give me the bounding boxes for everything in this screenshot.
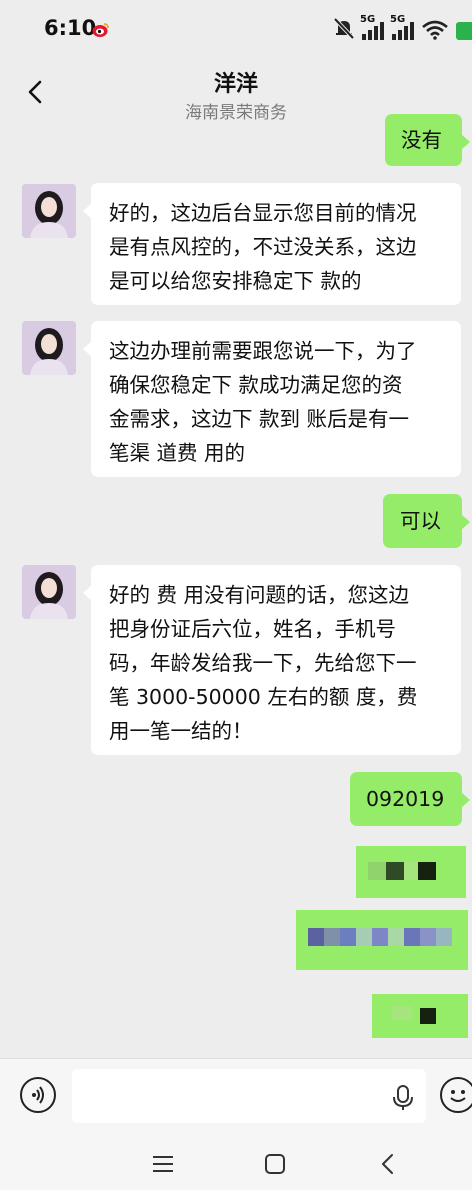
- outgoing-message-bubble[interactable]: 可以: [383, 494, 470, 548]
- message-input[interactable]: [72, 1069, 426, 1123]
- message-line: 确保您稳定下 款成功满足您的资: [109, 373, 403, 397]
- message-line: 是有点风控的，不过没关系，这边: [109, 235, 417, 259]
- message-text: 可以: [400, 509, 441, 533]
- outgoing-message-bubble[interactable]: 092019: [350, 772, 470, 826]
- outgoing-message-bubble[interactable]: 没有: [385, 114, 470, 166]
- message-line: 把身份证后六位，姓名，手机号: [109, 617, 396, 641]
- wifi-icon: [422, 20, 448, 40]
- redacted-message[interactable]: [296, 910, 468, 970]
- message-line: 这边办理前需要跟您说一下，为了: [109, 339, 417, 363]
- home-icon[interactable]: [264, 1153, 286, 1175]
- redacted-message[interactable]: [356, 846, 466, 898]
- weibo-icon: [92, 23, 109, 37]
- message-line: 码，年龄发给我一下，先给您下一: [109, 651, 417, 675]
- menu-icon[interactable]: [152, 1154, 174, 1174]
- message-text: 092019: [366, 787, 445, 811]
- incoming-message-bubble[interactable]: 好的 费 用没有问题的话，您这边 把身份证后六位，姓名，手机号 码，年龄发给我一…: [83, 565, 461, 755]
- status-bar: 6:10 5G 5G: [0, 0, 472, 58]
- emoji-icon: [450, 1090, 466, 1102]
- back-nav-icon[interactable]: [378, 1152, 398, 1176]
- redacted-message[interactable]: [372, 994, 468, 1038]
- message-line: 笔 3000-50000 左右的额 度，费: [109, 685, 418, 709]
- incoming-message-bubble[interactable]: 好的，这边后台显示您目前的情况 是有点风控的，不过没关系，这边 是可以给您安排稳…: [83, 183, 461, 305]
- system-navigation-bar: [0, 1138, 472, 1190]
- message-line: 好的，这边后台显示您目前的情况: [109, 201, 417, 225]
- contact-avatar[interactable]: [22, 321, 76, 375]
- status-time: 6:10: [44, 16, 97, 40]
- battery-icon: [456, 22, 472, 40]
- message-line: 用一笔一结的！: [109, 719, 253, 743]
- chat-title[interactable]: 洋洋: [0, 66, 472, 98]
- message-text: 没有: [401, 128, 442, 152]
- signal-icon: [362, 22, 384, 40]
- contact-avatar[interactable]: [22, 184, 76, 238]
- message-line: 笔渠 道费 用的: [109, 441, 246, 465]
- voice-button[interactable]: [20, 1077, 56, 1113]
- mute-icon: [333, 17, 355, 40]
- voice-icon: [32, 1086, 44, 1104]
- message-line: 好的 费 用没有问题的话，您这边: [109, 583, 410, 607]
- incoming-message-bubble[interactable]: 这边办理前需要跟您说一下，为了 确保您稳定下 款成功满足您的资 金需求，这边下 …: [83, 321, 461, 477]
- microphone-icon[interactable]: [392, 1085, 414, 1111]
- signal-icon: [392, 22, 414, 40]
- message-line: 是可以给您安排稳定下 款的: [109, 269, 362, 293]
- input-bar: [0, 1058, 472, 1139]
- contact-avatar[interactable]: [22, 565, 76, 619]
- emoji-button[interactable]: [440, 1077, 472, 1113]
- message-line: 金需求，这边下 款到 账后是有一: [109, 407, 410, 431]
- status-icons: 5G 5G: [332, 14, 472, 44]
